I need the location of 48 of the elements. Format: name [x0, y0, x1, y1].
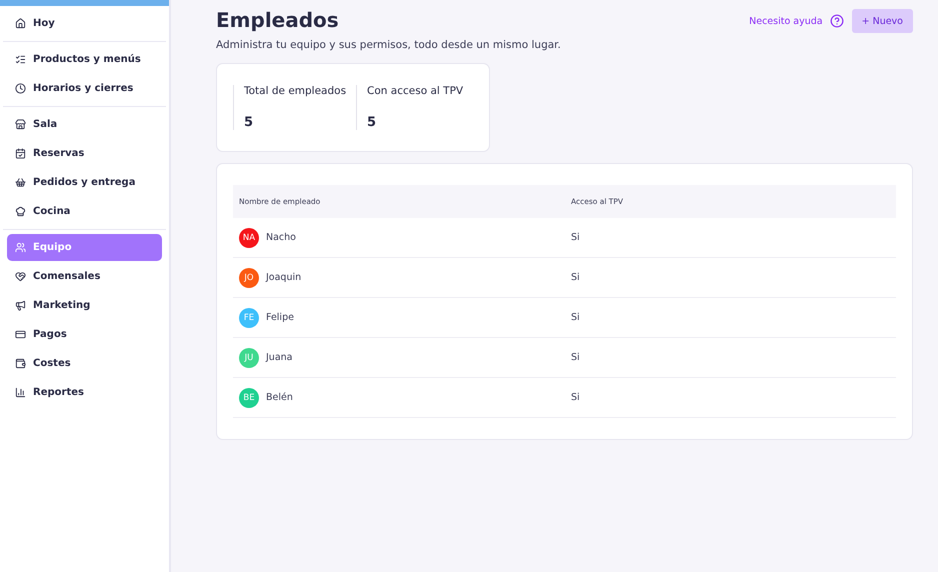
access-cell-text: Si [571, 392, 581, 403]
megaphone-icon [15, 300, 26, 311]
nav-item[interactable]: Costes [7, 350, 162, 377]
nav-item[interactable]: Reservas [7, 140, 162, 167]
avatar: FE [239, 308, 259, 328]
nav-item[interactable]: Reportes [7, 379, 162, 406]
home-icon [15, 18, 26, 29]
users-icon [15, 242, 26, 253]
nav-item[interactable]: Sala [7, 111, 162, 138]
card-icon [15, 329, 26, 340]
avatar: JU [239, 348, 259, 368]
calendar-icon [15, 148, 26, 159]
employee-name: Belén [266, 392, 293, 403]
access-cell-text: Si [571, 312, 581, 323]
nav-item[interactable]: Cocina [7, 198, 162, 225]
nav-item[interactable]: Horarios y cierres [7, 75, 162, 102]
store-icon [15, 119, 26, 130]
access-cell-text: Si [571, 272, 581, 283]
nav-item[interactable]: Hoy [7, 10, 162, 37]
nav-item[interactable]: Pedidos y entrega [7, 169, 162, 196]
access-cell-text: Si [571, 232, 581, 243]
nav-item[interactable]: Marketing [7, 292, 162, 319]
nav-item[interactable]: Pagos [7, 321, 162, 348]
new-button[interactable]: + Nuevo [852, 9, 913, 33]
checklist-icon [15, 54, 26, 65]
nav-item[interactable]: Productos y menús [7, 46, 162, 73]
stat-value: 5 [244, 115, 254, 130]
help-icon[interactable] [830, 14, 844, 28]
wallet-icon [15, 358, 26, 369]
chart-icon [15, 387, 26, 398]
stat-label: Total de empleados [244, 85, 346, 97]
stat-label: Con acceso al TPV [367, 85, 464, 97]
stat-value: 5 [367, 115, 378, 130]
page-title: Empleados [216, 8, 339, 32]
access-cell-text: Si [571, 352, 581, 363]
avatar: JO [239, 268, 259, 288]
nav-item[interactable]: Comensales [7, 263, 162, 290]
employee-name: Felipe [266, 312, 294, 323]
help-link[interactable]: Necesito ayuda [749, 16, 823, 26]
page-subtitle: Administra tu equipo y sus permisos, todo desde un mismo lugar. [216, 39, 562, 51]
basket-icon [15, 177, 26, 188]
avatar: NA [239, 228, 259, 248]
employee-name: Nacho [266, 232, 296, 243]
chef-hat-icon [15, 206, 26, 217]
employee-name: Juana [266, 352, 292, 363]
employee-name: Joaquin [266, 272, 302, 283]
clock-icon [15, 83, 26, 94]
avatar: BE [239, 388, 259, 408]
